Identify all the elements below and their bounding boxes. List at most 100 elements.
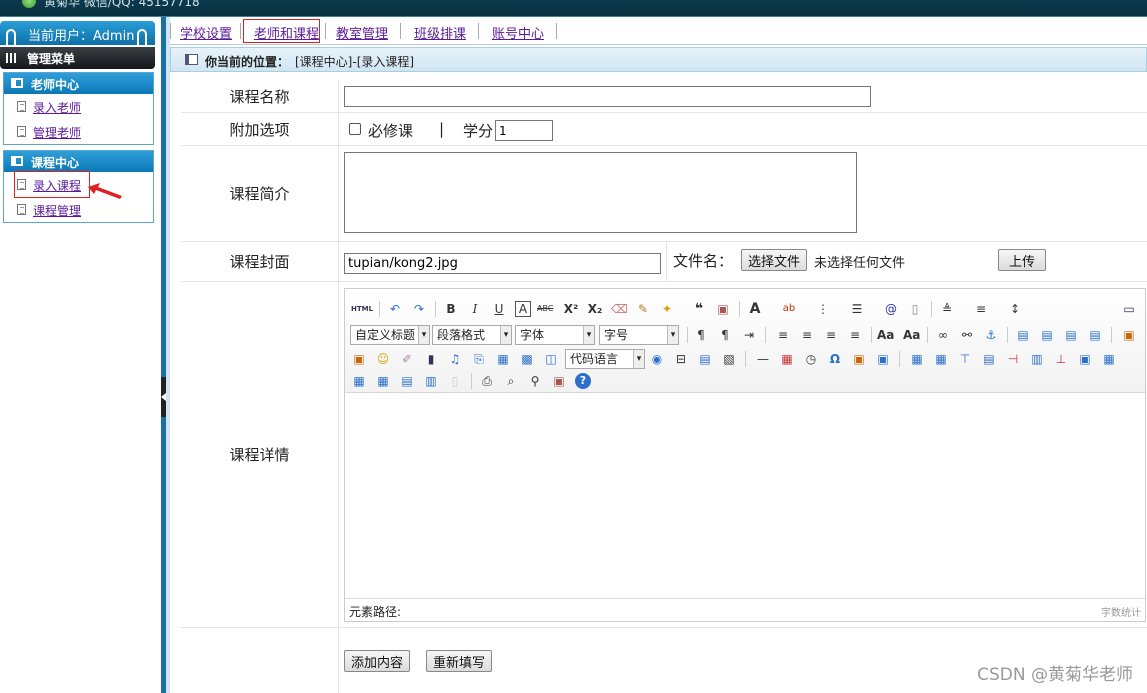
font-border-icon[interactable]: A (515, 301, 531, 317)
snapscreen-icon[interactable]: ▣ (851, 351, 867, 367)
template-icon[interactable]: ▤ (697, 351, 713, 367)
course-name-input[interactable] (344, 86, 871, 107)
search-replace-icon[interactable]: ⚲ (527, 373, 543, 389)
strikethrough-icon[interactable]: ABC (537, 301, 553, 317)
merge-down-icon[interactable]: ▦ (351, 373, 367, 389)
print-icon[interactable]: ⎙ (479, 373, 495, 389)
superscript-icon[interactable]: X² (563, 301, 579, 317)
unlink-icon[interactable]: ⚯ (959, 327, 975, 343)
align-center-icon[interactable]: ≡ (799, 327, 815, 343)
select-all-icon[interactable]: @ (883, 301, 899, 317)
delete-row-icon[interactable]: ⊣ (1005, 351, 1021, 367)
code-language-select[interactable]: 代码语言 (565, 349, 645, 369)
sidebar-item-manage-teacher[interactable]: 管理老师 (4, 119, 153, 144)
tab-school-settings[interactable]: 学校设置 (180, 23, 232, 42)
menu-group-header[interactable]: 老师中心 (4, 73, 153, 94)
clear-doc-icon[interactable]: ▯ (907, 301, 923, 317)
time-icon[interactable]: ◷ (803, 351, 819, 367)
horizontal-rule-icon[interactable]: — (755, 351, 771, 367)
insert-paragraph-before-table-icon[interactable]: ⊤ (957, 351, 973, 367)
reset-button[interactable]: 重新填写 (426, 650, 493, 672)
sidebar-item-add-teacher[interactable]: 录入老师 (4, 94, 153, 119)
redo-icon[interactable]: ↷ (411, 301, 427, 317)
italic-icon[interactable]: I (467, 301, 483, 317)
align-left-icon[interactable]: ≡ (775, 327, 791, 343)
unordered-list-icon[interactable]: ☰ (849, 301, 865, 317)
split-cols-icon[interactable]: ▥ (423, 373, 439, 389)
google-map-icon[interactable]: ▩ (519, 351, 535, 367)
lowercase-icon[interactable]: Aa (903, 327, 920, 343)
background-color-icon[interactable]: ab (781, 301, 797, 317)
format-brush-icon[interactable]: ✎ (635, 301, 651, 317)
link-icon[interactable]: ∞ (935, 327, 951, 343)
split-cells-icon[interactable]: ▦ (375, 373, 391, 389)
chart-icon[interactable]: ▯ (447, 373, 463, 389)
bold-icon[interactable]: B (443, 301, 459, 317)
delete-col-icon[interactable]: ⊥ (1053, 351, 1069, 367)
image-none-icon[interactable]: ▤ (1015, 327, 1031, 343)
editor-content-area[interactable] (345, 394, 1145, 599)
ltr-icon[interactable]: ¶ (693, 327, 709, 343)
delete-table-icon[interactable]: ▦ (933, 351, 949, 367)
required-checkbox[interactable] (349, 123, 361, 135)
fullscreen-icon[interactable]: ▭ (1121, 301, 1137, 317)
page-break-icon[interactable]: ⊟ (673, 351, 689, 367)
font-size-select[interactable]: 字号 (599, 325, 679, 345)
eraser-icon[interactable]: ⌫ (611, 301, 628, 317)
drafts-icon[interactable]: ▣ (551, 373, 567, 389)
custom-heading-select[interactable]: 自定义标题 (350, 325, 430, 345)
upload-button[interactable]: 上传 (998, 249, 1047, 271)
simple-upload-icon[interactable]: ▣ (1121, 327, 1137, 343)
sidebar-item-manage-course[interactable]: 课程管理 (4, 197, 153, 222)
tab-class-schedule[interactable]: 班级排课 (414, 23, 466, 42)
row-spacing-top-icon[interactable]: ≜ (939, 301, 955, 317)
credit-input[interactable] (495, 120, 553, 141)
split-rows-icon[interactable]: ▤ (399, 373, 415, 389)
paragraph-format-select[interactable]: 段落格式 (432, 325, 512, 345)
background-icon[interactable]: ▧ (721, 351, 737, 367)
paste-plain-icon[interactable]: ▣ (715, 301, 731, 317)
tab-classroom[interactable]: 教室管理 (336, 23, 388, 42)
cover-path-input[interactable] (344, 253, 661, 274)
indent-icon[interactable]: ⇥ (741, 327, 757, 343)
emotion-icon[interactable]: ☺ (375, 351, 391, 367)
anchor-icon[interactable]: ⚓ (983, 327, 999, 343)
insert-image-icon[interactable]: ▣ (351, 351, 367, 367)
line-height-icon[interactable]: ↕ (1007, 301, 1023, 317)
insert-video-icon[interactable]: ▮ (423, 351, 439, 367)
image-right-icon[interactable]: ▤ (1063, 327, 1079, 343)
attachment-icon[interactable]: ⎘ (471, 351, 487, 367)
insert-row-icon[interactable]: ▤ (981, 351, 997, 367)
scrawl-icon[interactable]: ✐ (399, 351, 415, 367)
menu-group-header[interactable]: 课程中心 (4, 151, 153, 172)
blockquote-icon[interactable]: ❝ (691, 301, 707, 317)
submit-button[interactable]: 添加内容 (344, 650, 411, 672)
sidebar-link[interactable]: 管理老师 (33, 124, 81, 141)
music-icon[interactable]: ♫ (447, 351, 463, 367)
special-char-icon[interactable]: Ω (827, 351, 843, 367)
word-image-icon[interactable]: ▣ (875, 351, 891, 367)
insert-table-icon[interactable]: ▦ (909, 351, 925, 367)
undo-icon[interactable]: ↶ (387, 301, 403, 317)
image-center-icon[interactable]: ▤ (1087, 327, 1103, 343)
sidebar-link[interactable]: 录入老师 (33, 99, 81, 116)
tab-account[interactable]: 账号中心 (492, 23, 544, 42)
align-justify-icon[interactable]: ≡ (847, 327, 863, 343)
underline-icon[interactable]: U (491, 301, 507, 317)
insert-frame-icon[interactable]: ◫ (543, 351, 559, 367)
date-icon[interactable]: ▦ (779, 351, 795, 367)
auto-format-icon[interactable]: ✦ (659, 301, 675, 317)
align-right-icon[interactable]: ≡ (823, 327, 839, 343)
uppercase-icon[interactable]: Aa (877, 327, 894, 343)
preview-icon[interactable]: ⌕ (503, 373, 519, 389)
row-spacing-bottom-icon[interactable]: ≡ (973, 301, 989, 317)
choose-file-button[interactable]: 选择文件 (741, 249, 808, 271)
webapp-icon[interactable]: ◉ (649, 351, 665, 367)
html-source-icon[interactable]: HTML (351, 301, 373, 317)
merge-cells-icon[interactable]: ▣ (1077, 351, 1093, 367)
insert-col-icon[interactable]: ▥ (1029, 351, 1045, 367)
font-family-select[interactable]: 字体 (515, 325, 595, 345)
font-color-icon[interactable]: A (747, 301, 763, 317)
sidebar-link[interactable]: 课程管理 (33, 202, 81, 219)
image-left-icon[interactable]: ▤ (1039, 327, 1055, 343)
